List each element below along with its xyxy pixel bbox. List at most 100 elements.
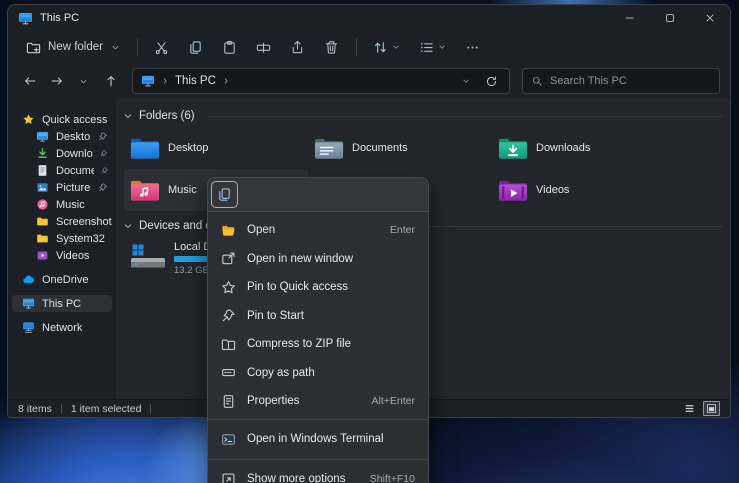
open-new-window-icon bbox=[221, 251, 236, 266]
search-input[interactable] bbox=[550, 75, 711, 87]
sidebar-item-desktop[interactable]: Desktop bbox=[12, 128, 112, 145]
menu-item-label: Pin to Start bbox=[247, 310, 304, 322]
maximize-button[interactable] bbox=[650, 5, 690, 31]
title-bar[interactable]: This PC bbox=[8, 5, 730, 31]
sidebar-item-screenshots[interactable]: Screenshots bbox=[12, 213, 112, 230]
show-more-icon bbox=[221, 472, 236, 483]
new-folder-button[interactable]: New folder bbox=[18, 34, 129, 60]
delete-icon bbox=[324, 40, 339, 55]
rename-button[interactable] bbox=[248, 34, 280, 60]
selection-count: 1 item selected bbox=[71, 403, 142, 415]
navigation-pane: Quick access Desktop Downloads Documents Pic… bbox=[8, 99, 116, 399]
local-disk-icon bbox=[130, 243, 166, 271]
new-folder-label: New folder bbox=[48, 41, 103, 53]
folders-section-header[interactable]: Folders (6) bbox=[122, 107, 722, 125]
pinned-icon bbox=[101, 165, 108, 176]
forward-button[interactable] bbox=[45, 69, 68, 93]
navigation-bar: This PC bbox=[8, 63, 730, 99]
tile-label: Music bbox=[168, 184, 197, 196]
address-dropdown-button[interactable] bbox=[456, 71, 476, 91]
minimize-button[interactable] bbox=[610, 5, 650, 31]
sidebar-item-downloads[interactable]: Downloads bbox=[12, 145, 112, 162]
sidebar-item-label: Quick access bbox=[42, 114, 107, 126]
sidebar-item-documents[interactable]: Documents bbox=[12, 162, 112, 179]
cut-button[interactable] bbox=[146, 34, 178, 60]
context-menu-item-open[interactable]: OpenEnter bbox=[208, 216, 428, 245]
up-icon bbox=[104, 74, 118, 88]
share-button[interactable] bbox=[282, 34, 314, 60]
see-more-button[interactable] bbox=[457, 34, 489, 60]
sidebar-item-label: OneDrive bbox=[42, 274, 88, 286]
sidebar-item-label: System32 bbox=[56, 233, 105, 245]
sidebar-item-label: Documents bbox=[56, 165, 94, 177]
context-menu-item-pin-to-quick-access[interactable]: Pin to Quick access bbox=[208, 273, 428, 302]
window-controls bbox=[610, 5, 730, 31]
context-menu-item-show-more-options[interactable]: Show more optionsShift+F10 bbox=[208, 463, 428, 483]
sidebar-item-videos[interactable]: Videos bbox=[12, 247, 112, 264]
pinned-icon bbox=[100, 148, 108, 159]
sort-button[interactable] bbox=[365, 34, 409, 60]
tile-desktop[interactable]: Desktop bbox=[124, 127, 308, 169]
context-menu-item-open-in-new-window[interactable]: Open in new window bbox=[208, 245, 428, 274]
context-copy-button[interactable] bbox=[211, 181, 238, 208]
menu-item-label: Open in new window bbox=[247, 253, 353, 265]
sidebar-item-label: Downloads bbox=[56, 148, 93, 160]
context-menu-item-copy-as-path[interactable]: Copy as path bbox=[208, 359, 428, 388]
back-icon bbox=[23, 74, 37, 88]
chevron-down-icon bbox=[78, 76, 89, 87]
sidebar-item-this-pc[interactable]: This PC bbox=[12, 295, 112, 312]
sidebar-item-system32[interactable]: System32 bbox=[12, 230, 112, 247]
documents-folder-icon bbox=[314, 135, 344, 161]
copy-button[interactable] bbox=[180, 34, 212, 60]
sidebar-item-music[interactable]: Music bbox=[12, 196, 112, 213]
folders-section-label: Folders (6) bbox=[139, 110, 195, 122]
sidebar-item-network[interactable]: Network bbox=[12, 319, 112, 336]
breadcrumb-this-pc[interactable]: This PC bbox=[175, 75, 216, 87]
context-menu-item-open-in-windows-terminal[interactable]: Open in Windows Terminal bbox=[208, 423, 428, 456]
sidebar-item-pictures[interactable]: Pictures bbox=[12, 179, 112, 196]
window-title: This PC bbox=[40, 12, 79, 24]
tile-videos[interactable]: Videos bbox=[492, 169, 676, 211]
sidebar-item-label: Videos bbox=[56, 250, 89, 262]
minimize-icon bbox=[624, 12, 636, 24]
desktop-folder-icon bbox=[130, 135, 160, 161]
tile-label: Desktop bbox=[168, 142, 208, 154]
recent-locations-button[interactable] bbox=[72, 69, 95, 93]
sidebar-item-quick-access[interactable]: Quick access bbox=[12, 111, 112, 128]
search-box[interactable] bbox=[522, 68, 720, 94]
up-button[interactable] bbox=[99, 69, 122, 93]
details-view-button[interactable] bbox=[681, 401, 698, 416]
refresh-button[interactable] bbox=[481, 71, 501, 91]
address-bar[interactable]: This PC bbox=[132, 68, 510, 94]
large-icons-view-icon bbox=[706, 403, 717, 414]
desktop-mini-icon bbox=[36, 130, 49, 143]
tile-downloads[interactable]: Downloads bbox=[492, 127, 676, 169]
chevron-down-icon bbox=[461, 76, 471, 86]
close-button[interactable] bbox=[690, 5, 730, 31]
menu-item-label: Pin to Quick access bbox=[247, 281, 348, 293]
menu-item-label: Show more options bbox=[247, 473, 345, 483]
menu-separator bbox=[209, 459, 427, 460]
item-count: 8 items bbox=[18, 403, 52, 415]
view-button[interactable] bbox=[411, 34, 455, 60]
sidebar-item-label: Screenshots bbox=[56, 216, 112, 228]
new-folder-icon bbox=[26, 40, 41, 55]
context-menu-item-pin-to-start[interactable]: Pin to Start bbox=[208, 302, 428, 331]
large-icons-view-button[interactable] bbox=[703, 401, 720, 416]
details-view-icon bbox=[684, 403, 695, 414]
paste-button[interactable] bbox=[214, 34, 246, 60]
cut-icon bbox=[154, 40, 169, 55]
close-icon bbox=[704, 12, 716, 24]
context-menu-item-properties[interactable]: PropertiesAlt+Enter bbox=[208, 387, 428, 416]
back-button[interactable] bbox=[18, 69, 41, 93]
tile-documents[interactable]: Documents bbox=[308, 127, 492, 169]
context-menu-item-compress-to-zip-file[interactable]: Compress to ZIP file bbox=[208, 330, 428, 359]
dl-green-icon bbox=[36, 147, 49, 160]
sidebar-item-onedrive[interactable]: OneDrive bbox=[12, 271, 112, 288]
zip-folder-icon bbox=[221, 337, 236, 352]
refresh-icon bbox=[485, 75, 498, 88]
chevron-down-icon bbox=[391, 42, 401, 52]
menu-item-shortcut: Alt+Enter bbox=[372, 395, 415, 407]
menu-item-label: Copy as path bbox=[247, 367, 315, 379]
delete-button[interactable] bbox=[316, 34, 348, 60]
